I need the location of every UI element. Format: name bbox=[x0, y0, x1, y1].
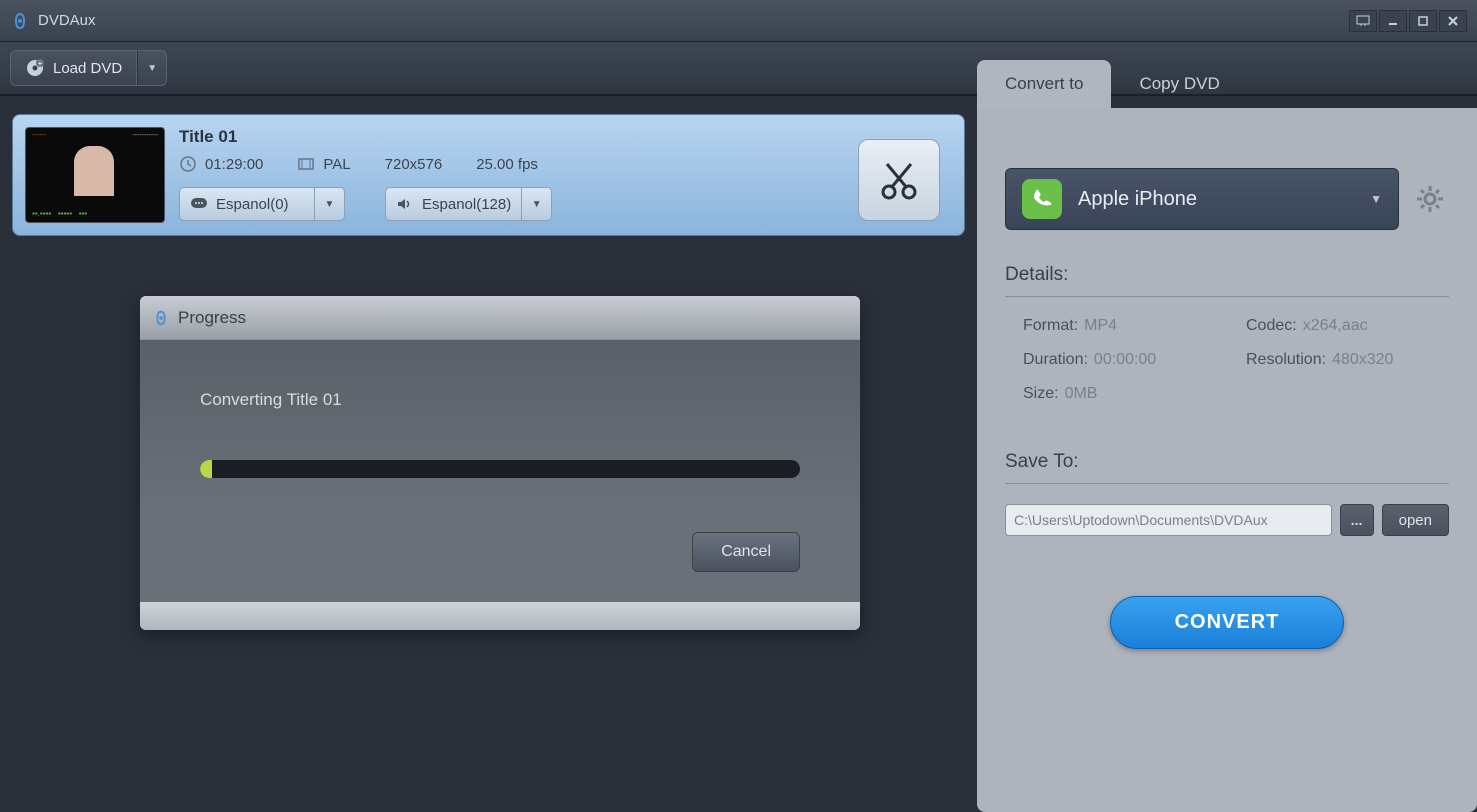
size-key: Size: bbox=[1023, 385, 1059, 403]
tab-copy-dvd[interactable]: Copy DVD bbox=[1111, 60, 1247, 108]
saveto-path-input[interactable] bbox=[1005, 504, 1332, 536]
video-thumbnail: ------ ----------- ▪▪.▪▪▪▪ ▪▪▪▪▪ ▪▪▪ bbox=[25, 127, 165, 223]
resolution-value-detail: 480x320 bbox=[1332, 351, 1393, 369]
duration-value-detail: 00:00:00 bbox=[1094, 351, 1156, 369]
load-dvd-label: Load DVD bbox=[53, 60, 122, 77]
progress-status: Converting Title 01 bbox=[200, 390, 800, 410]
duration-value: 01:29:00 bbox=[205, 156, 263, 173]
open-folder-button[interactable]: open bbox=[1382, 504, 1449, 536]
subtitle-dropdown-caret[interactable]: ▼ bbox=[315, 187, 345, 221]
close-button[interactable] bbox=[1439, 10, 1467, 32]
output-profile-select[interactable]: Apple iPhone ▼ bbox=[1005, 168, 1399, 230]
disc-icon: + bbox=[25, 58, 45, 78]
title-card[interactable]: ------ ----------- ▪▪.▪▪▪▪ ▪▪▪▪▪ ▪▪▪ Tit… bbox=[12, 114, 965, 236]
format-value: MP4 bbox=[1084, 317, 1117, 335]
app-logo-icon bbox=[152, 309, 170, 327]
profile-label: Apple iPhone bbox=[1078, 188, 1354, 211]
progress-bar-fill bbox=[200, 460, 212, 478]
standard-value: PAL bbox=[323, 156, 350, 173]
details-heading: Details: bbox=[1005, 264, 1449, 286]
titlebar: DVDAux bbox=[0, 0, 1477, 42]
resolution-value: 720x576 bbox=[385, 156, 443, 173]
clock-icon bbox=[179, 155, 197, 173]
svg-text:+: + bbox=[38, 59, 43, 68]
convert-button[interactable]: CONVERT bbox=[1110, 596, 1345, 649]
audio-select[interactable]: Espanol(128) bbox=[385, 187, 522, 221]
format-key: Format: bbox=[1023, 317, 1078, 335]
speaker-icon bbox=[396, 197, 414, 211]
trim-button[interactable] bbox=[858, 139, 940, 221]
subtitle-icon bbox=[190, 197, 208, 211]
title-name: Title 01 bbox=[179, 127, 952, 147]
app-logo-icon bbox=[10, 11, 30, 31]
codec-value: x264,aac bbox=[1303, 317, 1368, 335]
load-dvd-dropdown[interactable]: ▼ bbox=[137, 50, 167, 86]
feedback-button[interactable] bbox=[1349, 10, 1377, 32]
resolution-key: Resolution: bbox=[1246, 351, 1326, 369]
size-value: 0MB bbox=[1065, 385, 1098, 403]
audio-dropdown-caret[interactable]: ▼ bbox=[522, 187, 552, 221]
tab-convert-to[interactable]: Convert to bbox=[977, 60, 1111, 108]
scissors-icon bbox=[877, 158, 921, 202]
subtitle-select[interactable]: Espanol(0) bbox=[179, 187, 315, 221]
gear-icon bbox=[1414, 183, 1446, 215]
film-icon bbox=[297, 155, 315, 173]
load-dvd-button[interactable]: + Load DVD bbox=[10, 50, 137, 86]
minimize-button[interactable] bbox=[1379, 10, 1407, 32]
toolbar: + Load DVD ▼ bbox=[0, 42, 1477, 96]
browse-button[interactable]: ... bbox=[1340, 504, 1374, 536]
progress-dialog: Progress Converting Title 01 Cancel bbox=[140, 296, 860, 630]
details-grid: Format: MP4 Codec: x264,aac Duration: 00:00… bbox=[1005, 317, 1449, 403]
phone-icon bbox=[1022, 179, 1062, 219]
saveto-heading: Save To: bbox=[1005, 451, 1449, 473]
chevron-down-icon: ▼ bbox=[1370, 192, 1382, 206]
fps-value: 25.00 fps bbox=[476, 156, 538, 173]
progress-bar bbox=[200, 460, 800, 478]
settings-button[interactable] bbox=[1411, 180, 1449, 218]
audio-value: Espanol(128) bbox=[422, 196, 511, 213]
duration-key: Duration: bbox=[1023, 351, 1088, 369]
maximize-button[interactable] bbox=[1409, 10, 1437, 32]
progress-title: Progress bbox=[178, 308, 246, 328]
app-title: DVDAux bbox=[38, 12, 1349, 29]
subtitle-value: Espanol(0) bbox=[216, 196, 289, 213]
cancel-button[interactable]: Cancel bbox=[692, 532, 800, 572]
codec-key: Codec: bbox=[1246, 317, 1297, 335]
